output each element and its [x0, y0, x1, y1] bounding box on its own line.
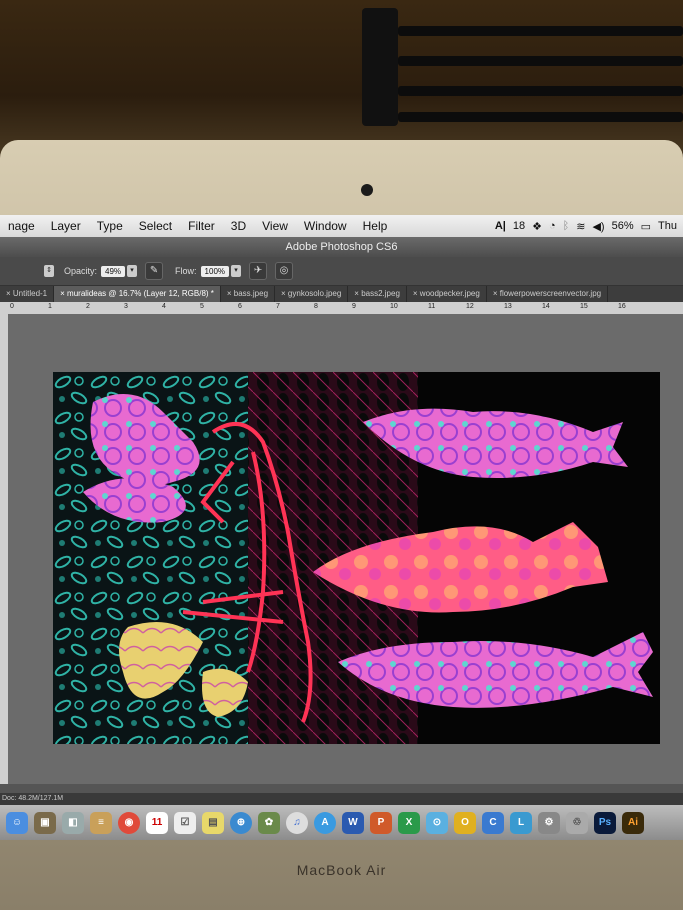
- menu-filter[interactable]: Filter: [180, 219, 223, 233]
- menu-image[interactable]: nage: [0, 219, 43, 233]
- systemprefs-icon[interactable]: ⚙: [538, 811, 560, 834]
- illustrator-icon[interactable]: Ai: [622, 811, 644, 834]
- menu-type[interactable]: Type: [89, 219, 131, 233]
- background-stand: [360, 8, 683, 128]
- menu-view[interactable]: View: [254, 219, 296, 233]
- airbrush-icon[interactable]: ✈: [249, 262, 268, 280]
- ruler-tick: 2: [86, 303, 90, 310]
- dropbox-icon[interactable]: ❖: [532, 220, 542, 233]
- battery-icon[interactable]: ▭: [641, 220, 651, 233]
- document-tabs: × Untitled-1 × muralideas @ 16.7% (Layer…: [0, 286, 683, 302]
- tab-flowerpower[interactable]: × flowerpowerscreenvector.jpg: [487, 286, 609, 302]
- notes-icon[interactable]: ≡: [90, 811, 112, 834]
- menu-bar: nage Layer Type Select Filter 3D View Wi…: [0, 215, 683, 237]
- ruler-tick: 14: [542, 303, 550, 310]
- flow-dropdown[interactable]: ▾: [231, 265, 242, 277]
- finder-icon[interactable]: ☺: [6, 811, 28, 834]
- preview-icon[interactable]: ◧: [62, 811, 84, 834]
- horizontal-ruler: 0 1 2 3 4 5 6 7 8 9 10 11 12 13 14 15 16: [0, 302, 683, 314]
- calendar-icon[interactable]: 11: [146, 811, 168, 834]
- dock: ☺ ▣ ◧ ≡ ◉ 11 ☑ ▤ ⊕ ✿ ♫ A W P X ⊙ O C L ⚙…: [0, 805, 683, 840]
- tab-muralideas[interactable]: × muralideas @ 16.7% (Layer 12, RGB/8) *: [54, 286, 221, 302]
- excel-icon[interactable]: X: [398, 811, 420, 834]
- pressure-opacity-icon[interactable]: ✎: [145, 262, 164, 280]
- menu-select[interactable]: Select: [131, 219, 180, 233]
- word-icon[interactable]: W: [342, 811, 364, 834]
- reminders-icon[interactable]: ☑: [174, 811, 196, 834]
- ruler-tick: 13: [504, 303, 512, 310]
- ruler-tick: 4: [162, 303, 166, 310]
- adobe-icon[interactable]: A|: [495, 220, 506, 232]
- doc-size[interactable]: Doc: 48.2M/127.1M: [2, 795, 63, 802]
- ruler-tick: 8: [314, 303, 318, 310]
- bluetooth-icon[interactable]: ᛒ: [563, 220, 570, 232]
- artwork-image: [53, 372, 653, 744]
- powerpoint-icon[interactable]: P: [370, 811, 392, 834]
- ruler-tick: 7: [276, 303, 280, 310]
- itunes-icon[interactable]: ♫: [286, 811, 308, 834]
- menu-3d[interactable]: 3D: [223, 219, 254, 233]
- appstore-icon[interactable]: A: [314, 811, 336, 834]
- canvas-workspace[interactable]: [8, 314, 683, 784]
- adobe-badge: 18: [512, 220, 526, 232]
- tab-woodpecker[interactable]: × woodpecker.jpeg: [407, 286, 487, 302]
- ruler-tick: 0: [10, 303, 14, 310]
- iphoto-icon[interactable]: ✿: [258, 811, 280, 834]
- status-bar: Doc: 48.2M/127.1M: [0, 793, 683, 805]
- ruler-tick: 16: [618, 303, 626, 310]
- flow-field[interactable]: 100%: [200, 265, 230, 277]
- lync-icon[interactable]: L: [510, 811, 532, 834]
- menu-help[interactable]: Help: [355, 219, 396, 233]
- pressure-size-icon[interactable]: ◎: [275, 262, 294, 280]
- tab-bass2[interactable]: × bass2.jpeg: [348, 286, 407, 302]
- flow-label: Flow:: [175, 266, 197, 276]
- onenote-icon[interactable]: C: [482, 811, 504, 834]
- chrome-icon[interactable]: ◉: [118, 811, 140, 834]
- clock-day[interactable]: Thu: [658, 220, 677, 232]
- safari-icon[interactable]: ⊕: [230, 811, 252, 834]
- ruler-tick: 11: [428, 303, 436, 310]
- tab-untitled[interactable]: × Untitled-1: [0, 286, 55, 302]
- opacity-dropdown[interactable]: ▾: [127, 265, 138, 277]
- ruler-tick: 5: [200, 303, 204, 310]
- menu-layer[interactable]: Layer: [43, 219, 89, 233]
- battery-percent: 56%: [611, 220, 634, 232]
- stickies-icon[interactable]: ▤: [202, 811, 224, 834]
- ruler-tick: 12: [466, 303, 474, 310]
- outlook-icon[interactable]: O: [454, 811, 476, 834]
- vertical-ruler: [0, 314, 8, 784]
- artwork-canvas[interactable]: [53, 372, 660, 744]
- ruler-tick: 10: [390, 303, 398, 310]
- laptop-brand: MacBook Air: [296, 862, 387, 878]
- ruler-tick: 9: [352, 303, 356, 310]
- timemachine-icon[interactable]: ◔: [549, 220, 556, 232]
- ruler-tick: 6: [238, 303, 242, 310]
- tab-gynkosolo[interactable]: × gynkosolo.jpeg: [275, 286, 349, 302]
- photoshop-icon[interactable]: Ps: [594, 811, 616, 834]
- photos-icon[interactable]: ▣: [34, 811, 56, 834]
- ruler-tick: 15: [580, 303, 588, 310]
- brush-size-dropdown[interactable]: ⇕: [44, 265, 54, 277]
- wifi-icon[interactable]: ≋: [576, 220, 585, 233]
- menu-extras: A| 18 ❖ ◔ ᛒ ≋ ◀) 56% ▭ Thu: [495, 215, 683, 237]
- trash-icon[interactable]: ♲: [566, 811, 588, 834]
- menu-window[interactable]: Window: [296, 219, 355, 233]
- window-title: Adobe Photoshop CS6: [0, 237, 683, 257]
- volume-icon[interactable]: ◀): [592, 220, 604, 233]
- ruler-tick: 1: [48, 303, 52, 310]
- options-bar: ⇕ Opacity: 49% ▾ ✎ Flow: 100% ▾ ✈ ◎: [0, 257, 683, 286]
- opacity-label: Opacity:: [64, 266, 98, 276]
- screen: nage Layer Type Select Filter 3D View Wi…: [0, 215, 683, 840]
- webcam: [361, 184, 373, 196]
- tab-bass[interactable]: × bass.jpeg: [221, 286, 276, 302]
- finder2-icon[interactable]: ⊙: [426, 811, 448, 834]
- opacity-field[interactable]: 49%: [101, 265, 126, 277]
- ruler-tick: 3: [124, 303, 128, 310]
